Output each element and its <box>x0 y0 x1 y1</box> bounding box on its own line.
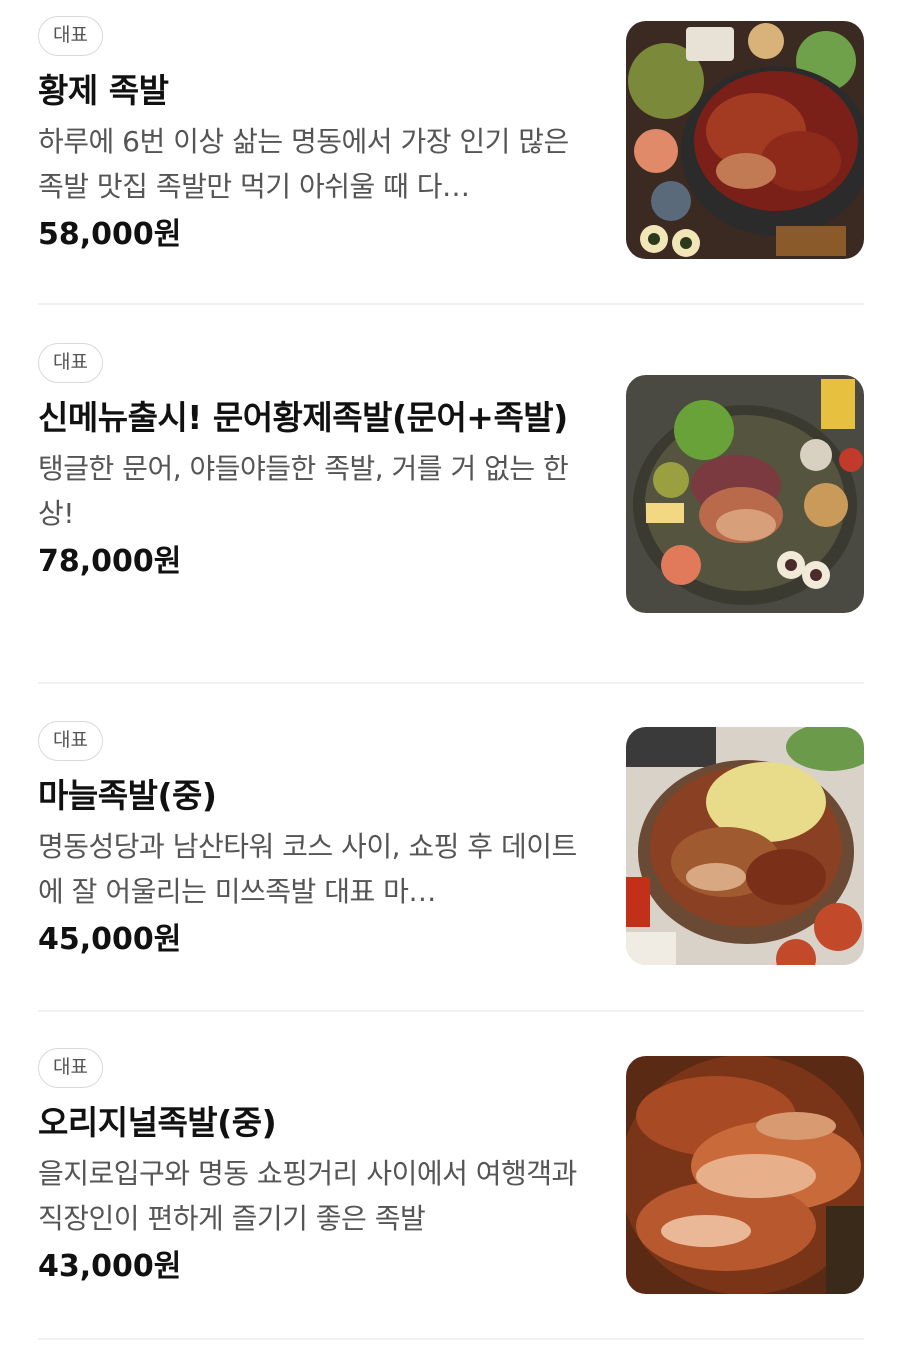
menu-item-text: 대표 마늘족발(중) 명동성당과 남산타워 코스 사이, 쇼핑 후 데이트에 잘… <box>38 721 598 961</box>
menu-item-price: 43,000원 <box>38 1249 182 1284</box>
signature-badge: 대표 <box>38 16 103 56</box>
menu-item-name: 마늘족발(중) <box>38 776 217 815</box>
jokbal-platter-photo[interactable] <box>626 21 864 259</box>
menu-item-price: 58,000원 <box>38 217 182 252</box>
divider <box>38 1338 864 1340</box>
menu-item-name: 오리지널족발(중) <box>38 1103 277 1142</box>
menu-item-description: 을지로입구와 명동 쇼핑거리 사이에서 여행객과 직장인이 편하게 즐기기 좋은… <box>38 1157 577 1235</box>
divider <box>38 1010 864 1012</box>
signature-badge: 대표 <box>38 1048 103 1088</box>
menu-item-text: 대표 황제 족발 하루에 6번 이상 삶는 명동에서 가장 인기 많은 족발 맛… <box>38 16 598 256</box>
menu-item-price: 45,000원 <box>38 922 182 957</box>
menu-item-description: 탱글한 문어, 야들야들한 족발, 거를 거 없는 한 상! <box>38 452 569 530</box>
original-jokbal-photo[interactable] <box>626 1056 864 1294</box>
divider <box>38 682 864 684</box>
menu-item-price: 78,000원 <box>38 544 182 579</box>
menu-item-name: 황제 족발 <box>38 71 169 110</box>
menu-item-text: 대표 오리지널족발(중) 을지로입구와 명동 쇼핑거리 사이에서 여행객과 직장… <box>38 1048 598 1288</box>
menu-item-description: 명동성당과 남산타워 코스 사이, 쇼핑 후 데이트에 잘 어울리는 미쓰족발 … <box>38 830 577 908</box>
menu-item-text: 대표 신메뉴출시! 문어황제족발(문어+족발) 탱글한 문어, 야들야들한 족발… <box>38 343 598 583</box>
signature-badge: 대표 <box>38 343 103 383</box>
octopus-jokbal-platter-photo[interactable] <box>626 375 864 613</box>
menu-item-name: 신메뉴출시! 문어황제족발(문어+족발) <box>38 398 568 437</box>
signature-badge: 대표 <box>38 721 103 761</box>
menu-item-description: 하루에 6번 이상 삶는 명동에서 가장 인기 많은 족발 맛집 족발만 먹기 … <box>38 125 569 203</box>
garlic-jokbal-photo[interactable] <box>626 727 864 965</box>
divider <box>38 303 864 305</box>
